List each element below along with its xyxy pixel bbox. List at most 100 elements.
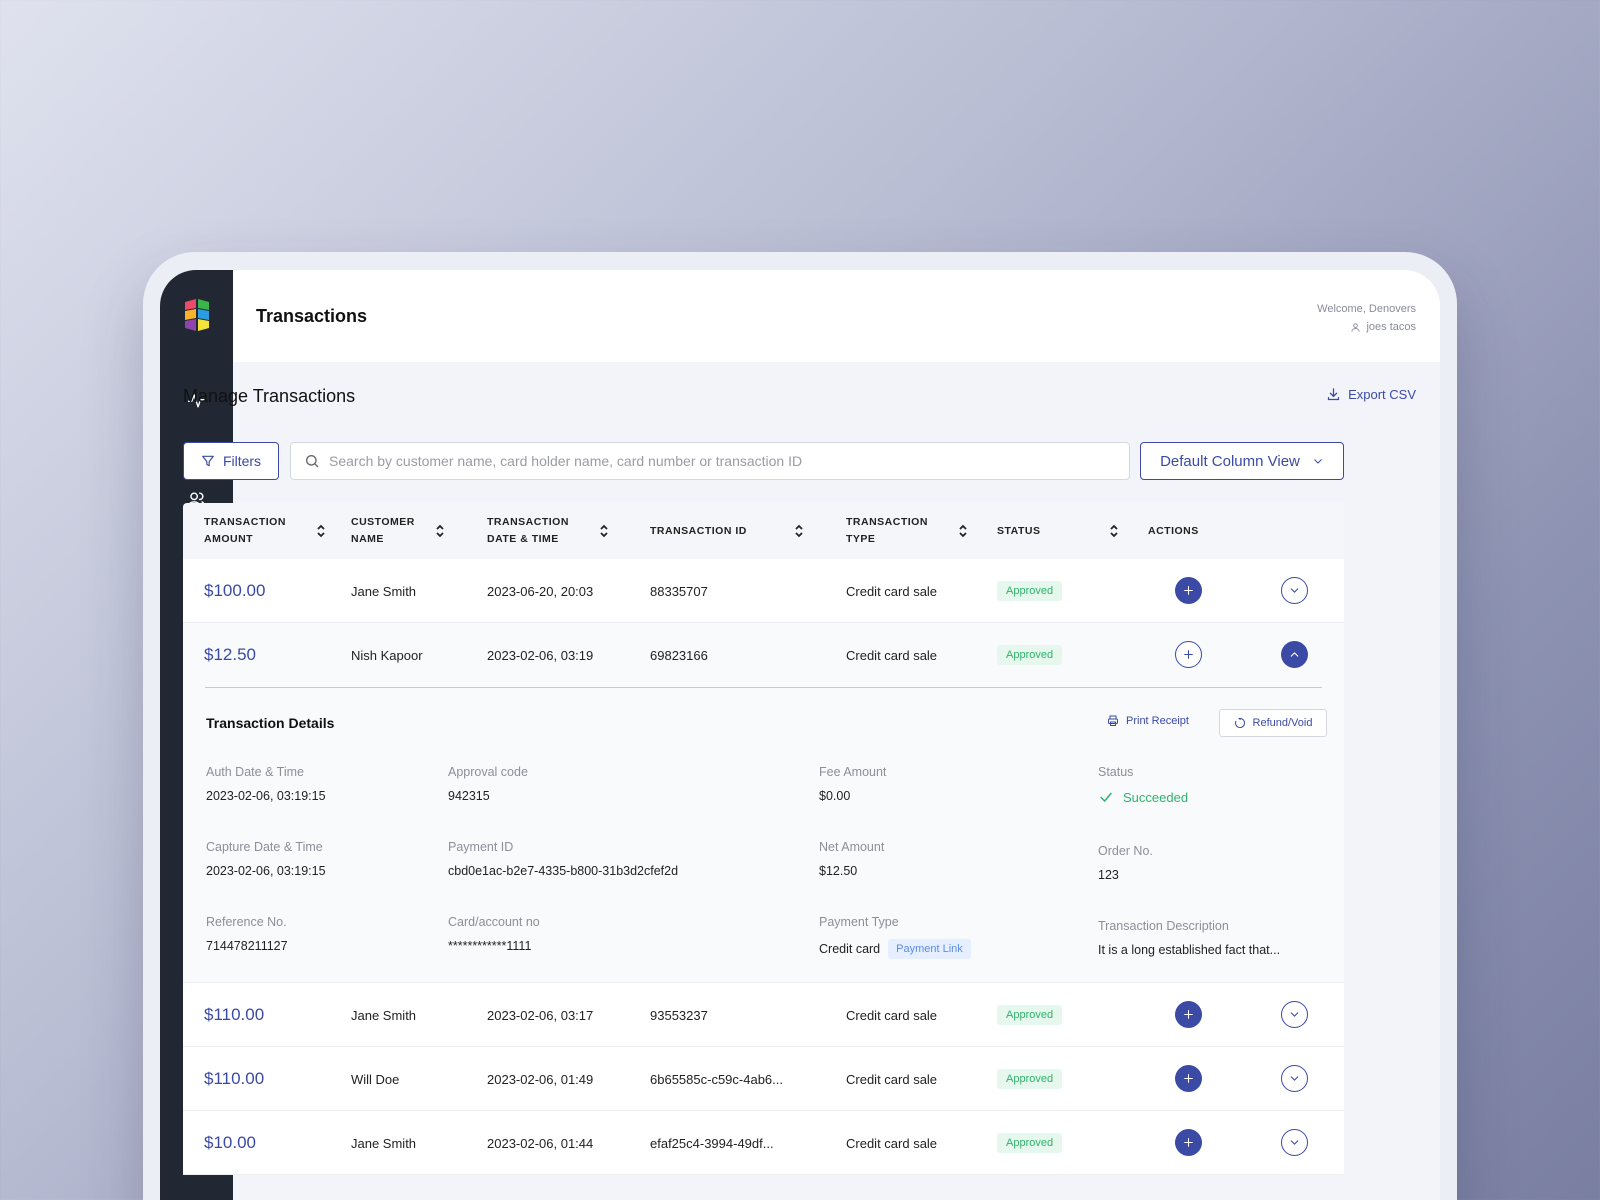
app-logo	[185, 299, 209, 331]
fee-field: Fee Amount $0.00	[819, 765, 887, 803]
add-button[interactable]	[1175, 641, 1202, 668]
chevron-down-icon	[1314, 459, 1322, 464]
export-csv-button[interactable]: Export CSV	[1326, 387, 1416, 402]
export-csv-label: Export CSV	[1348, 387, 1416, 402]
expand-button[interactable]	[1281, 1001, 1308, 1028]
transaction-id-cell: 6b65585c-c59c-4ab6...	[650, 1071, 783, 1087]
search-icon	[306, 455, 319, 468]
sort-icon[interactable]	[1109, 524, 1119, 538]
sort-icon[interactable]	[599, 524, 609, 538]
sort-icon[interactable]	[316, 524, 326, 538]
auth-field: Auth Date & Time 2023-02-06, 03:19:15	[206, 765, 326, 803]
approval-field: Approval code 942315	[448, 765, 528, 803]
plus-icon	[1184, 650, 1193, 659]
net-amount-field: Net Amount $12.50	[819, 840, 885, 878]
column-header-customer[interactable]: Customer Name	[351, 503, 445, 559]
print-receipt-label: Print Receipt	[1126, 715, 1189, 727]
plus-icon	[1184, 586, 1193, 595]
capture-field: Capture Date & Time 2023-02-06, 03:19:15	[206, 840, 326, 878]
welcome-text: Welcome, Denovers	[1317, 303, 1416, 315]
column-view-label: Default Column View	[1160, 452, 1300, 470]
column-header-type[interactable]: Transaction Type	[846, 503, 968, 559]
amount-cell: $10.00	[204, 1133, 256, 1152]
status-badge: Approved	[997, 581, 1063, 601]
status-badge: Approved	[997, 1069, 1063, 1089]
expand-button[interactable]	[1281, 1065, 1308, 1092]
transaction-id-cell: 69823166	[650, 647, 708, 663]
sort-icon[interactable]	[435, 524, 445, 538]
sort-icon[interactable]	[958, 524, 968, 538]
type-cell: Credit card sale	[846, 647, 938, 663]
status-badge: Approved	[997, 1005, 1063, 1025]
add-button[interactable]	[1175, 1065, 1202, 1092]
table-row[interactable]: $100.00 Jane Smith 2023-06-20, 20:03 883…	[183, 559, 1344, 623]
transaction-details-panel: Transaction Details Print Receipt Refund…	[183, 687, 1344, 983]
user-icon	[1351, 322, 1361, 332]
table-row[interactable]: $10.00 Jane Smith 2023-02-06, 01:44 efaf…	[183, 1111, 1344, 1175]
table-row[interactable]: $110.00 Jane Smith 2023-02-06, 03:17 935…	[183, 983, 1344, 1047]
chevron-up-icon	[1290, 652, 1299, 657]
details-title: Transaction Details	[206, 715, 335, 731]
description-field: Transaction Description It is a long est…	[1098, 919, 1281, 957]
customer-cell: Jane Smith	[351, 1135, 417, 1151]
customer-cell: Jane Smith	[351, 583, 417, 599]
datetime-cell: 2023-02-06, 03:17	[487, 1007, 594, 1023]
filters-button[interactable]: Filters	[183, 442, 279, 480]
divider	[205, 687, 1322, 688]
account-switcher[interactable]: joes tacos	[1350, 318, 1416, 336]
column-header-amount[interactable]: Transaction Amount	[204, 503, 326, 559]
expand-button[interactable]	[1281, 577, 1308, 604]
section-title: Manage Transactions	[183, 386, 356, 406]
type-cell: Credit card sale	[846, 1071, 938, 1087]
account-name: joes tacos	[1366, 321, 1416, 333]
amount-cell: $12.50	[204, 645, 256, 664]
expand-button[interactable]	[1281, 1129, 1308, 1156]
column-header-id[interactable]: Transaction ID	[650, 503, 804, 559]
amount-cell: $110.00	[204, 1069, 265, 1088]
user-info: Welcome, Denovers joes tacos	[1317, 300, 1416, 339]
datetime-cell: 2023-06-20, 20:03	[487, 583, 594, 599]
chevron-down-icon	[1290, 1012, 1299, 1017]
column-header-status[interactable]: Status	[997, 503, 1119, 559]
table-row[interactable]: $110.00 Will Doe 2023-02-06, 01:49 6b655…	[183, 1047, 1344, 1111]
transaction-id-cell: efaf25c4-3994-49df...	[650, 1135, 774, 1151]
print-receipt-button[interactable]: Print Receipt	[1107, 715, 1189, 727]
filter-icon	[202, 455, 214, 467]
status-badge: Approved	[997, 1133, 1063, 1153]
reference-field: Reference No. 714478211127	[206, 915, 288, 953]
column-header-datetime[interactable]: Transaction Date & Time	[487, 503, 609, 559]
transaction-id-cell: 88335707	[650, 583, 708, 599]
sort-icon[interactable]	[794, 524, 804, 538]
payment-type-field: Payment Type Credit card Payment Link	[819, 915, 971, 959]
add-button[interactable]	[1175, 1001, 1202, 1028]
table-header: Transaction Amount Customer Name Transac…	[183, 503, 1344, 559]
status-succeeded: Succeeded	[1098, 789, 1188, 805]
column-view-dropdown[interactable]: Default Column View	[1140, 442, 1344, 480]
chevron-down-icon	[1290, 1076, 1299, 1081]
card-number-field: Card/account no ************1111	[448, 915, 540, 953]
add-button[interactable]	[1175, 577, 1202, 604]
refund-void-label: Refund/Void	[1252, 717, 1313, 729]
status-field: Status Succeeded	[1098, 765, 1189, 805]
refund-icon	[1234, 717, 1245, 728]
top-bar: Transactions Welcome, Denovers joes taco…	[233, 270, 1440, 362]
table-row[interactable]: $12.50 Nish Kapoor 2023-02-06, 03:19 698…	[183, 623, 1344, 687]
order-field: Order No. 123	[1098, 844, 1153, 882]
transaction-id-cell: 93553237	[650, 1007, 708, 1023]
column-header-actions: Actions	[1148, 524, 1199, 537]
amount-cell: $110.00	[204, 1005, 265, 1024]
plus-icon	[1184, 1138, 1193, 1147]
refund-void-button[interactable]: Refund/Void	[1219, 709, 1327, 737]
search-box[interactable]	[290, 442, 1130, 480]
collapse-button[interactable]	[1281, 641, 1308, 668]
plus-icon	[1184, 1074, 1193, 1083]
search-input[interactable]	[329, 453, 1109, 469]
type-cell: Credit card sale	[846, 1007, 938, 1023]
payment-id-field: Payment ID cbd0e1ac-b2e7-4335-b800-31b3d…	[448, 840, 679, 878]
type-cell: Credit card sale	[846, 1135, 938, 1151]
add-button[interactable]	[1175, 1129, 1202, 1156]
plus-icon	[1184, 1010, 1193, 1019]
customer-cell: Will Doe	[351, 1071, 400, 1087]
app-window: Transactions Welcome, Denovers joes taco…	[160, 270, 1440, 1200]
printer-icon	[1108, 715, 1118, 726]
